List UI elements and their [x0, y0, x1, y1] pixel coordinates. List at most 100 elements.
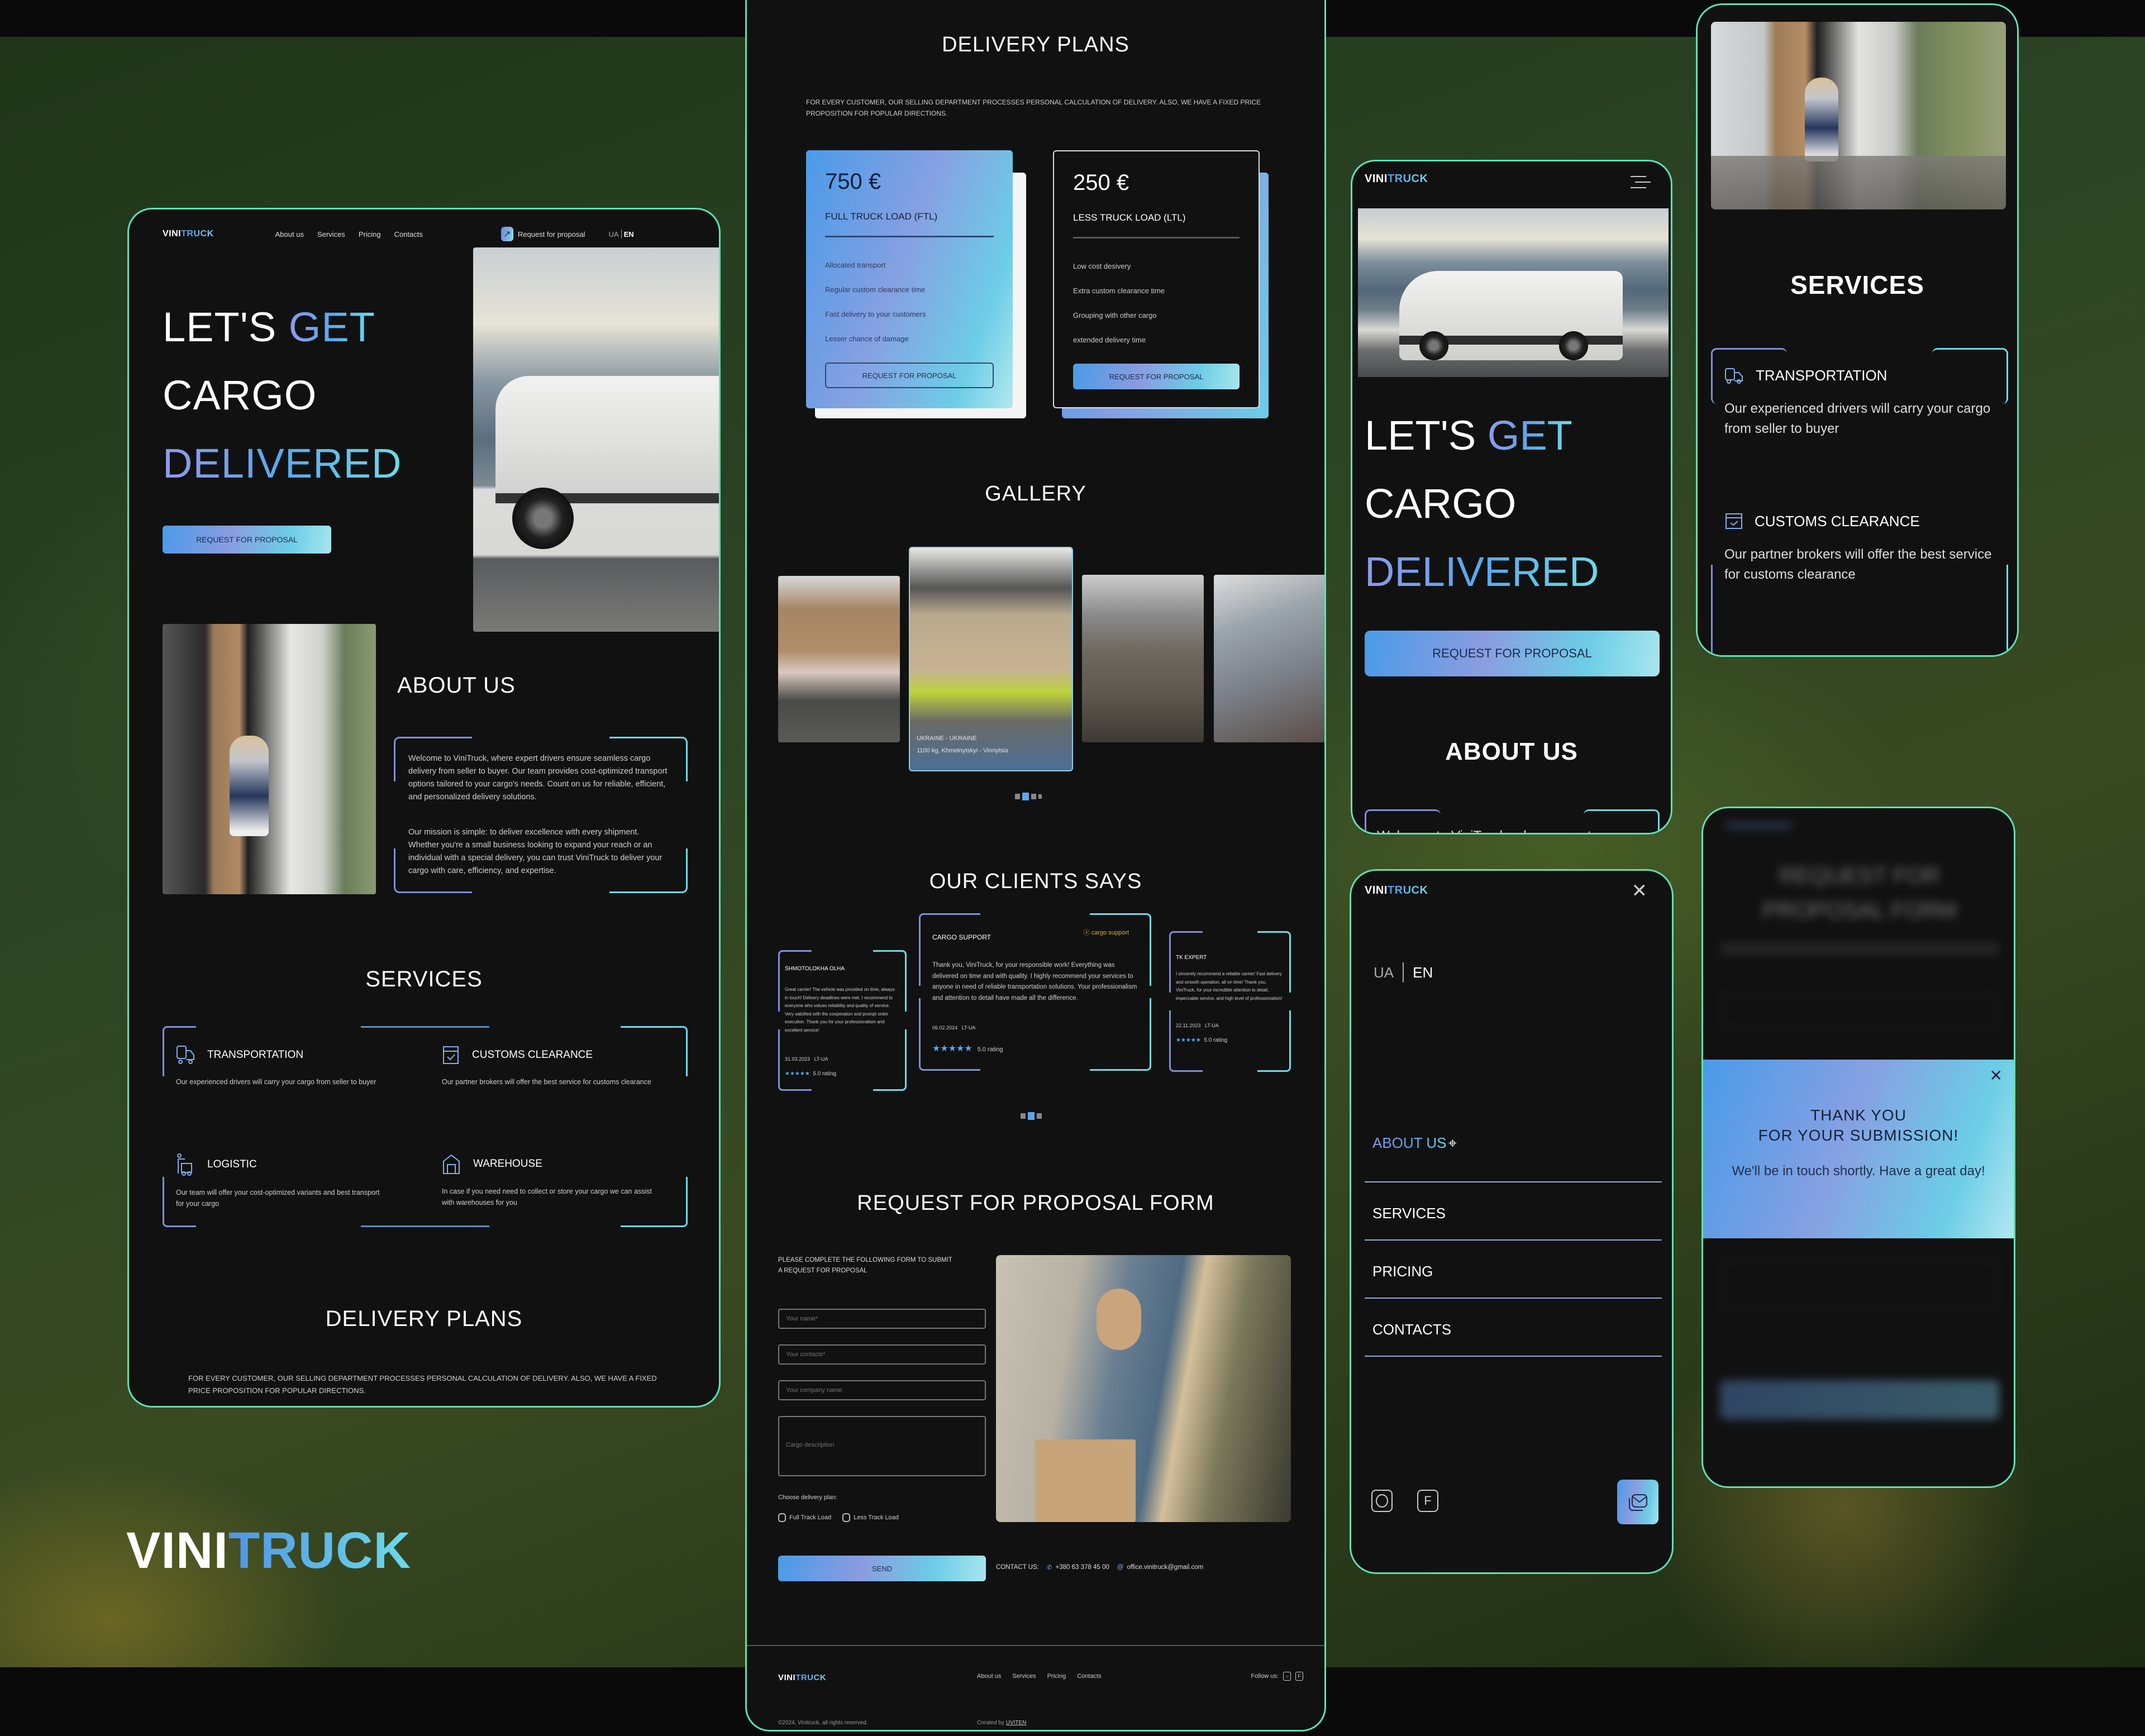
hero-request-button[interactable]: REQUEST FOR PROPOSAL: [163, 526, 331, 554]
clients-pagination: [1021, 1112, 1042, 1120]
nav-services[interactable]: Services: [317, 230, 345, 239]
checkbox[interactable]: [778, 1513, 786, 1522]
service-transportation[interactable]: TRANSPORTATION Our experienced drivers w…: [176, 1045, 411, 1088]
dot-active[interactable]: [1022, 793, 1029, 800]
phone-link[interactable]: ✆ +380 63 378 45 00: [1047, 1563, 1109, 1571]
service-warehouse[interactable]: WAREHOUSE In case if you need need to co…: [442, 1153, 676, 1208]
mobile-request-button[interactable]: REQUEST FOR PROPOSAL: [1365, 631, 1660, 676]
send-button[interactable]: SEND: [778, 1556, 986, 1581]
checkbox[interactable]: [842, 1513, 851, 1522]
follow-us: Follow us: ○ F: [1251, 1672, 1303, 1681]
ground: [1711, 156, 2006, 209]
plan-option-ltl[interactable]: Less Track Load: [842, 1513, 899, 1522]
form-title: REQUEST FOR PROPOSAL FORM: [857, 1191, 1214, 1215]
dot[interactable]: [1021, 1113, 1026, 1119]
review-card-2: CARGO SUPPORT ⓢ cargo support Thank you,…: [919, 913, 1151, 1071]
dot[interactable]: [1031, 794, 1036, 799]
mobile-logo[interactable]: VINITRUCK: [1365, 884, 1428, 897]
copyright: ©2024, Vinitruck, all rights reserved.: [778, 1720, 868, 1726]
mobile-service-transportation[interactable]: TRANSPORTATION Our experienced drivers w…: [1724, 367, 1993, 439]
gallery-photo-4[interactable]: [1214, 575, 1324, 742]
hamburger-menu-icon[interactable]: [1631, 174, 1651, 190]
blur-line: [1720, 942, 1999, 956]
desktop-frame: VINITRUCK About us Services Pricing Cont…: [127, 208, 721, 1408]
nav-pricing[interactable]: Pricing: [359, 230, 381, 239]
footer-logo[interactable]: VINITRUCK: [778, 1673, 826, 1682]
footer-nav-contacts[interactable]: Contacts: [1077, 1673, 1101, 1680]
lang-ua[interactable]: UA: [609, 230, 619, 239]
logo[interactable]: VINITRUCK: [163, 229, 214, 239]
warehouse-icon: [443, 1154, 460, 1174]
mobile-service-customs[interactable]: CUSTOMS CLEARANCE Our partner brokers wi…: [1724, 512, 1993, 585]
service-logistic[interactable]: LOGISTIC Our team will offer your cost-o…: [176, 1153, 411, 1209]
card-body: 250 € LESS TRUCK LOAD (LTL) Low cost des…: [1053, 150, 1260, 408]
side-line: [1711, 565, 1713, 655]
van-shape: [495, 376, 719, 504]
name-input[interactable]: [778, 1309, 986, 1329]
about-photo: [163, 624, 376, 894]
dot[interactable]: [1015, 794, 1020, 799]
blur-button: [1720, 1380, 1999, 1419]
mobile-about-photo: [1711, 22, 2006, 209]
plan-options: Full Track Load Less Track Load: [778, 1513, 899, 1522]
dot[interactable]: [1037, 1113, 1042, 1119]
lang-ua[interactable]: UA: [1374, 964, 1394, 981]
plan-option-ftl[interactable]: Full Track Load: [778, 1513, 831, 1522]
menu-item-services[interactable]: SERVICES: [1365, 1182, 1662, 1241]
at-icon: @: [1117, 1564, 1124, 1571]
footer-nav-services[interactable]: Services: [1012, 1673, 1036, 1680]
plan-name: LESS TRUCK LOAD (LTL): [1073, 212, 1186, 223]
gallery-photo-active[interactable]: UKRAINE - UKRAINE 1100 kg, Khmelnytskyi …: [909, 547, 1073, 771]
review-meta: 06.02.2024 LT-UA: [932, 1025, 976, 1031]
plan-price: 250 €: [1073, 170, 1129, 195]
company-input[interactable]: [778, 1380, 986, 1400]
contact-us: CONTACT US: ✆ +380 63 378 45 00 @ office.v…: [996, 1563, 1204, 1571]
menu-language-switch: UA EN: [1374, 962, 1433, 983]
ltl-request-button[interactable]: REQUEST FOR PROPOSAL: [1073, 364, 1240, 389]
cargo-description-input[interactable]: [778, 1416, 986, 1476]
review-meta: 31.03.2023 LT-UA: [785, 1056, 828, 1062]
menu-item-about[interactable]: ABOUT US ⌖: [1365, 1124, 1662, 1182]
mobile-logo[interactable]: VINITRUCK: [1365, 173, 1428, 185]
truck-icon: [177, 1046, 194, 1064]
long-page-frame: DELIVERY PLANS FOR EVERY CUSTOMER, OUR S…: [745, 0, 1326, 1732]
lang-en[interactable]: EN: [1413, 964, 1433, 981]
dot-active[interactable]: [1028, 1112, 1035, 1120]
footer-nav-pricing[interactable]: Pricing: [1047, 1673, 1066, 1680]
gallery-photo-1[interactable]: [778, 576, 900, 742]
about-peek-text: Welcome to ViniTruck, where expert: [1377, 828, 1591, 833]
plans-intro: FOR EVERY CUSTOMER, OUR SELLING DEPARTME…: [188, 1374, 657, 1395]
facebook-icon[interactable]: F: [1295, 1672, 1303, 1681]
facebook-icon[interactable]: F: [1417, 1490, 1438, 1512]
footer-nav-about[interactable]: About us: [977, 1673, 1001, 1680]
review-text: Thank you, ViniTruck, for your responsib…: [932, 962, 1137, 1001]
instagram-icon[interactable]: ○: [1283, 1672, 1291, 1681]
gallery-caption: UKRAINE - UKRAINE 1100 kg, Khmelnytskyi …: [917, 735, 1008, 754]
lang-en[interactable]: EN: [624, 230, 634, 239]
services-title: SERVICES: [365, 967, 483, 991]
service-customs[interactable]: CUSTOMS CLEARANCE Our partner brokers wi…: [442, 1045, 676, 1088]
menu-item-pricing[interactable]: PRICING: [1365, 1241, 1662, 1299]
contacts-input[interactable]: [778, 1344, 986, 1365]
email-link[interactable]: @ office.vinitruck@gmail.com: [1117, 1564, 1203, 1571]
mail-button[interactable]: [1617, 1480, 1658, 1524]
menu-item-contacts[interactable]: CONTACTS: [1365, 1299, 1662, 1357]
mobile-services-title: SERVICES: [1790, 270, 1924, 299]
dot[interactable]: [1038, 794, 1042, 799]
mobile-about-card: Welcome to ViniTruck, where expert: [1365, 809, 1660, 833]
request-link[interactable]: ↗ Request for proposal: [500, 227, 585, 241]
van-wheel: [1559, 331, 1588, 360]
nav-contacts[interactable]: Contacts: [394, 230, 423, 239]
creator-link[interactable]: UVITEN: [1006, 1720, 1027, 1726]
corner: [1090, 998, 1151, 1071]
corner: [919, 998, 980, 1071]
review-card-3: TK EXPERT I sincerely recommend a reliab…: [1169, 931, 1291, 1072]
instagram-icon[interactable]: [1371, 1490, 1393, 1512]
person-figure: [230, 736, 269, 836]
ftl-request-button[interactable]: REQUEST FOR PROPOSAL: [825, 363, 994, 388]
modal-close-icon[interactable]: ✕: [1990, 1066, 2003, 1085]
nav-about[interactable]: About us: [275, 230, 304, 239]
gallery-photo-3[interactable]: [1082, 575, 1204, 742]
close-icon[interactable]: ✕: [1632, 880, 1648, 902]
mobile-hero-title: LET'S GET CARGO DELIVERED: [1365, 402, 1599, 606]
